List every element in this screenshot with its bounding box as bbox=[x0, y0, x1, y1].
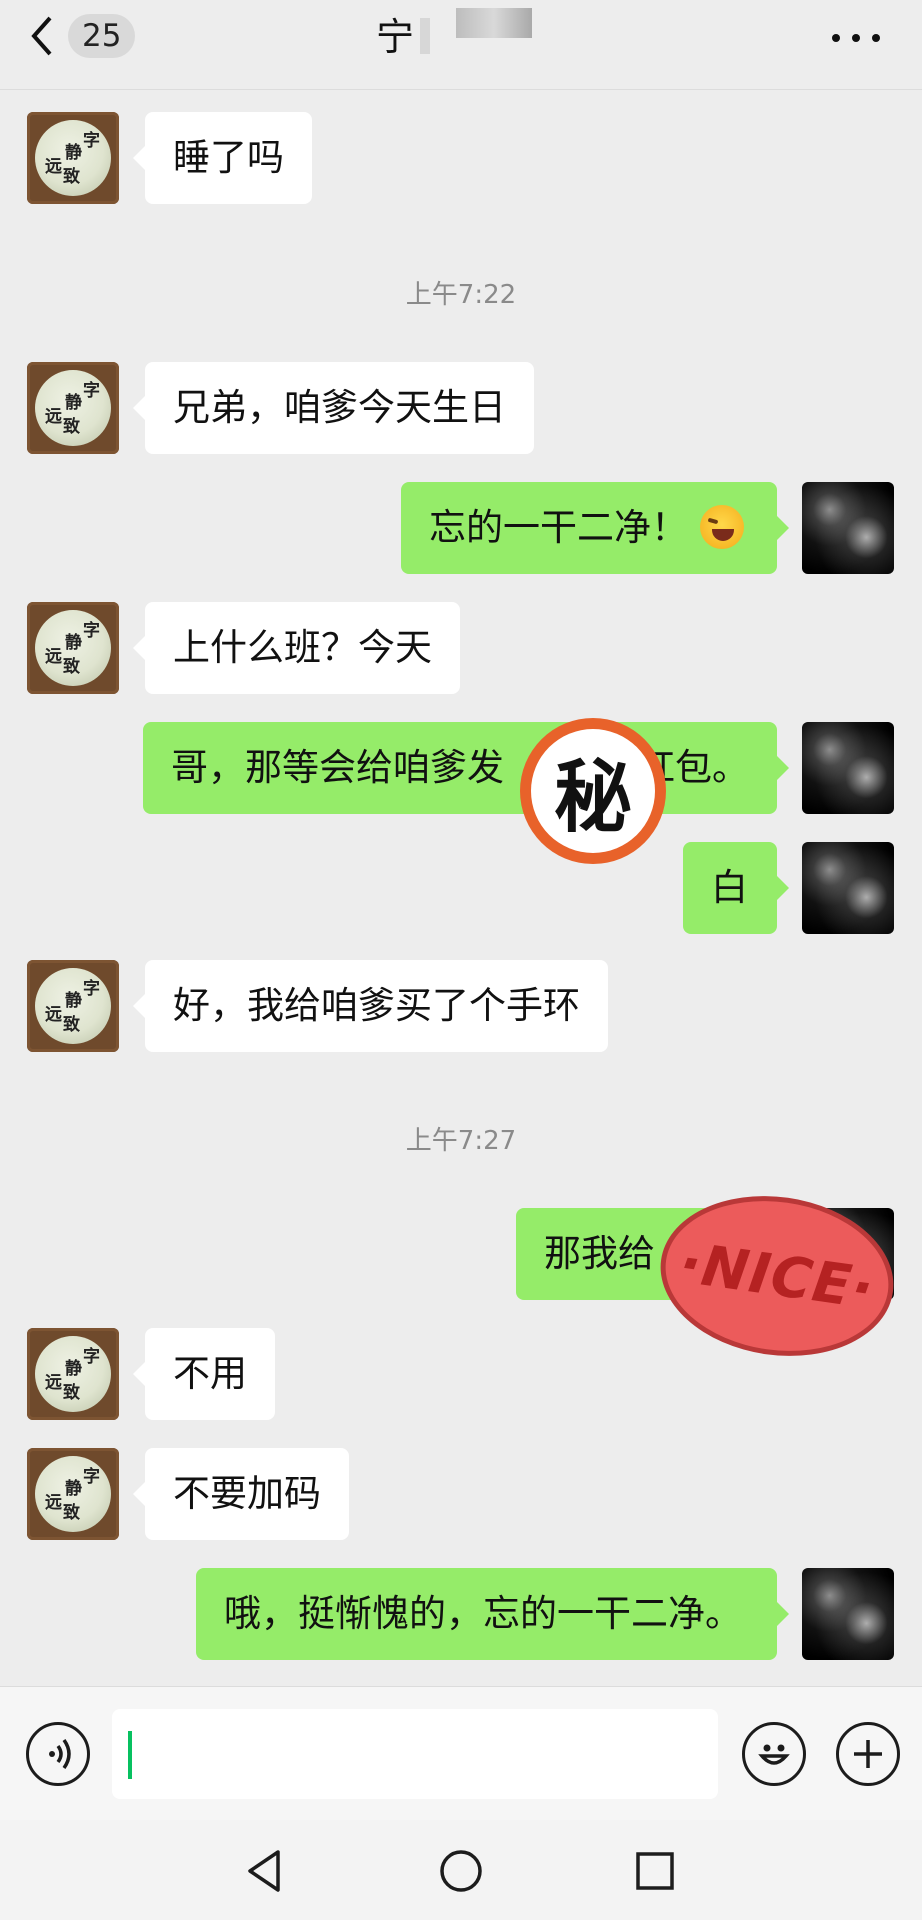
avatar-glyph: 远 bbox=[45, 407, 62, 427]
self-avatar[interactable] bbox=[802, 722, 894, 814]
chat-header: 25 宁 bbox=[0, 0, 922, 90]
redacted-title-block bbox=[420, 18, 430, 54]
contact-avatar[interactable]: 字 静 远 致 bbox=[27, 1448, 119, 1540]
avatar-glyph: 静 bbox=[65, 1359, 82, 1379]
self-avatar[interactable] bbox=[802, 1568, 894, 1660]
more-dots-icon[interactable] bbox=[832, 26, 884, 46]
plus-icon bbox=[854, 1740, 882, 1768]
avatar-glyph: 致 bbox=[63, 1383, 80, 1403]
nice-stamp-text: ·NICE· bbox=[675, 1230, 879, 1322]
voice-icon bbox=[49, 1738, 71, 1770]
circle-home-icon bbox=[440, 1850, 482, 1892]
message-input[interactable] bbox=[112, 1709, 718, 1799]
avatar-glyph: 致 bbox=[63, 167, 80, 187]
emoji-button[interactable] bbox=[742, 1722, 806, 1786]
message-text: 哥，那等会给咱爹发 bbox=[171, 746, 504, 789]
incoming-message[interactable]: 睡了吗 bbox=[133, 112, 312, 204]
avatar-glyph: 致 bbox=[63, 417, 80, 437]
self-avatar[interactable] bbox=[802, 842, 894, 934]
avatar-glyph: 静 bbox=[65, 633, 82, 653]
avatar-glyph: 致 bbox=[63, 657, 80, 677]
triangle-back-icon bbox=[248, 1850, 280, 1892]
voice-button[interactable] bbox=[26, 1722, 90, 1786]
avatar-glyph: 致 bbox=[63, 1503, 80, 1523]
avatar-glyph: 远 bbox=[45, 1005, 62, 1025]
message-timestamp: 上午7:27 bbox=[405, 1126, 517, 1156]
chat-title: 宁 bbox=[376, 15, 415, 59]
contact-avatar[interactable]: 字 静 远 致 bbox=[27, 960, 119, 1052]
avatar-glyph: 字 bbox=[83, 1467, 100, 1487]
unread-count-badge: 25 bbox=[68, 14, 136, 58]
contact-avatar[interactable]: 字 静 远 致 bbox=[27, 362, 119, 454]
nav-home-button[interactable] bbox=[436, 1846, 486, 1896]
avatar-glyph: 致 bbox=[63, 1015, 80, 1035]
message-timestamp: 上午7:22 bbox=[405, 280, 517, 310]
secret-stamp-sticker: 秘 bbox=[520, 718, 666, 864]
system-nav-bar bbox=[0, 1820, 922, 1920]
square-recents-icon bbox=[636, 1852, 674, 1890]
avatar-glyph: 字 bbox=[83, 621, 100, 641]
avatar-glyph: 静 bbox=[65, 1479, 82, 1499]
input-bar bbox=[0, 1686, 922, 1820]
secret-stamp-text: 秘 bbox=[531, 729, 655, 853]
outgoing-message[interactable]: 哥，那等会给咱爹发 红包。 bbox=[143, 722, 789, 814]
message-text: 忘的一干二净！ bbox=[429, 506, 688, 549]
avatar-glyph: 字 bbox=[83, 131, 100, 151]
outgoing-message[interactable]: 白 bbox=[683, 842, 789, 934]
avatar-glyph: 远 bbox=[45, 1493, 62, 1513]
avatar-glyph: 远 bbox=[45, 157, 62, 177]
facepalm-laugh-emoji-icon bbox=[700, 504, 744, 549]
nav-recents-button[interactable] bbox=[630, 1846, 680, 1896]
avatar-glyph: 字 bbox=[83, 1347, 100, 1367]
message-list[interactable]: 字 静 远 致 睡了吗 上午7:22 字 静 远 致 兄弟，咱爹今天生日 忘的一… bbox=[0, 90, 922, 1686]
avatar-glyph: 静 bbox=[65, 991, 82, 1011]
outgoing-message[interactable]: 忘的一干二净！ bbox=[401, 482, 789, 574]
back-button[interactable]: 25 bbox=[28, 14, 136, 58]
incoming-message[interactable]: 上什么班？今天 bbox=[133, 602, 460, 694]
chevron-left-icon[interactable] bbox=[28, 14, 56, 58]
avatar-glyph: 静 bbox=[65, 393, 82, 413]
redacted-title-block bbox=[456, 8, 532, 38]
contact-avatar[interactable]: 字 静 远 致 bbox=[27, 112, 119, 204]
avatar-glyph: 远 bbox=[45, 647, 62, 667]
incoming-message[interactable]: 不要加码 bbox=[133, 1448, 349, 1540]
plus-button[interactable] bbox=[836, 1722, 900, 1786]
avatar-glyph: 字 bbox=[83, 979, 100, 999]
avatar-glyph: 字 bbox=[83, 381, 100, 401]
nav-back-button[interactable] bbox=[240, 1846, 290, 1896]
contact-avatar[interactable]: 字 静 远 致 bbox=[27, 1328, 119, 1420]
smiley-icon bbox=[758, 1744, 790, 1765]
text-cursor bbox=[128, 1731, 132, 1779]
outgoing-message[interactable]: 哦，挺惭愧的，忘的一干二净。 bbox=[196, 1568, 789, 1660]
incoming-message[interactable]: 兄弟，咱爹今天生日 bbox=[133, 362, 534, 454]
incoming-message[interactable]: 不用 bbox=[133, 1328, 275, 1420]
self-avatar[interactable] bbox=[802, 482, 894, 574]
avatar-glyph: 静 bbox=[65, 143, 82, 163]
contact-avatar[interactable]: 字 静 远 致 bbox=[27, 602, 119, 694]
avatar-glyph: 远 bbox=[45, 1373, 62, 1393]
incoming-message[interactable]: 好，我给咱爹买了个手环 bbox=[133, 960, 608, 1052]
